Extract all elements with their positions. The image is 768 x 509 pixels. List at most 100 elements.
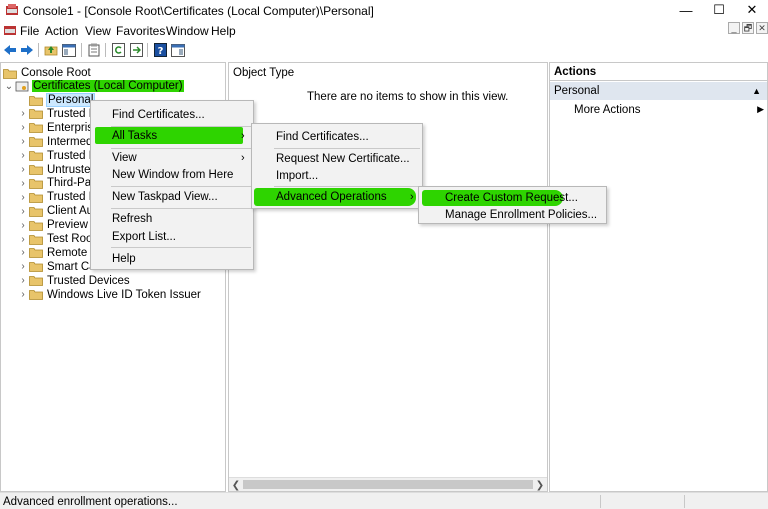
tree-item-store[interactable]: › Intermed: [17, 135, 93, 149]
expand-chevron-icon[interactable]: ›: [17, 121, 29, 135]
tree-item-label: Client Au: [47, 205, 94, 218]
expand-chevron-icon[interactable]: ›: [17, 274, 29, 288]
export-list-icon[interactable]: [128, 42, 144, 58]
show-hide-action-pane-icon[interactable]: [170, 42, 186, 58]
menu-item-import[interactable]: Import...: [252, 167, 422, 185]
tree-item-label: Console Root: [21, 67, 91, 79]
title-bar: Console1 - [Console Root\Certificates (L…: [0, 0, 768, 20]
submenu-arrow-icon[interactable]: ▶: [757, 104, 764, 115]
actions-header: Actions: [550, 63, 767, 81]
menu-action[interactable]: Action: [45, 24, 78, 38]
tree-item-console-root[interactable]: Console Root: [3, 66, 92, 80]
collapse-triangle-icon[interactable]: ▲: [752, 86, 761, 96]
expand-chevron-icon[interactable]: ›: [17, 190, 29, 204]
expand-chevron-icon[interactable]: ›: [17, 218, 29, 232]
toolbar-separator: [147, 43, 148, 57]
properties-icon[interactable]: [86, 42, 102, 58]
menu-item-view[interactable]: View ›: [91, 149, 253, 167]
actions-section-personal[interactable]: Personal ▲: [550, 82, 767, 100]
mmc-app-icon: [6, 4, 18, 15]
menu-item-request-new-certificate[interactable]: Request New Certificate...: [252, 150, 422, 168]
menu-item-new-taskpad-view[interactable]: New Taskpad View...: [91, 188, 253, 206]
expand-chevron-icon[interactable]: ›: [17, 260, 29, 274]
expand-chevron-icon[interactable]: [17, 93, 29, 107]
tree-item-store[interactable]: › Trusted P: [17, 190, 97, 204]
mdi-close-button[interactable]: ✕: [756, 22, 768, 34]
menu-item-label: Refresh: [112, 213, 153, 225]
certificates-snapin-icon: [15, 81, 29, 92]
expand-chevron-icon[interactable]: ›: [17, 288, 29, 302]
menu-view[interactable]: View: [85, 24, 111, 38]
menu-item-new-window[interactable]: New Window from Here: [91, 166, 253, 184]
console-menu-icon[interactable]: [3, 23, 17, 37]
menu-file[interactable]: File: [20, 24, 39, 38]
scrollbar-thumb[interactable]: [243, 480, 533, 489]
tree-item-store[interactable]: › Smart Ca: [17, 260, 97, 274]
toolbar-separator: [81, 43, 82, 57]
more-actions-item[interactable]: More Actions: [574, 104, 640, 116]
actions-pane: Actions Personal ▲ More Actions ▶: [549, 62, 768, 492]
tree-item-store[interactable]: › Preview E: [17, 218, 100, 232]
mdi-restore-button[interactable]: 🗗: [742, 22, 754, 34]
menu-item-create-custom-request[interactable]: Create Custom Request...: [419, 189, 606, 207]
folder-icon: [29, 247, 43, 259]
advanced-operations-submenu: Create Custom Request... Manage Enrollme…: [418, 186, 607, 224]
expand-chevron-icon[interactable]: ›: [17, 149, 29, 163]
folder-icon: [29, 95, 43, 106]
folder-icon: [29, 220, 43, 231]
menu-item-refresh[interactable]: Refresh: [91, 210, 253, 228]
menu-item-find-certificates[interactable]: Find Certificates...: [91, 106, 253, 124]
menu-item-find-certificates[interactable]: Find Certificates...: [252, 128, 422, 146]
horizontal-scrollbar[interactable]: ❮ ❯: [229, 477, 547, 491]
tree-item-store[interactable]: › Remote D: [17, 246, 100, 260]
expand-chevron-icon[interactable]: ›: [17, 163, 29, 177]
tree-item-store[interactable]: › Third-Pa: [17, 176, 92, 190]
tree-item-store[interactable]: › Trusted F: [17, 107, 97, 121]
forward-arrow-icon[interactable]: [19, 42, 35, 58]
menu-item-advanced-operations[interactable]: Advanced Operations ›: [252, 188, 422, 206]
tree-item-label: Trusted Devices: [47, 274, 130, 287]
menu-item-label: All Tasks: [112, 130, 158, 142]
tree-item-label: Third-Pa: [47, 177, 92, 190]
tree-item-store[interactable]: › Test Root: [17, 232, 97, 246]
expand-chevron-icon[interactable]: ›: [17, 246, 29, 260]
submenu-chevron-icon: ›: [241, 130, 245, 142]
expand-chevron-icon[interactable]: ›: [17, 135, 29, 149]
tree-item-store[interactable]: › Untruste: [17, 163, 91, 177]
mdi-minimize-button[interactable]: _: [728, 22, 740, 34]
menu-item-manage-enrollment-policies[interactable]: Manage Enrollment Policies...: [419, 206, 606, 224]
refresh-icon[interactable]: [110, 42, 126, 58]
scroll-left-icon[interactable]: ❮: [229, 478, 243, 492]
expand-chevron-icon[interactable]: ›: [17, 176, 29, 190]
menu-help[interactable]: Help: [211, 24, 236, 38]
tree-item-store[interactable]: › Trusted Devices: [17, 274, 131, 288]
tree-item-store[interactable]: Personal: [17, 93, 96, 107]
tree-item-label: Certificates (Local Computer): [32, 80, 184, 92]
show-hide-tree-icon[interactable]: [61, 42, 77, 58]
tree-item-store[interactable]: › Trusted P: [17, 149, 97, 163]
tree-item-store[interactable]: › Enterpris: [17, 121, 94, 135]
menu-item-all-tasks[interactable]: All Tasks ›: [91, 127, 253, 145]
tree-item-store[interactable]: › Windows Live ID Token Issuer: [17, 288, 202, 302]
menu-item-label: Export List...: [112, 231, 176, 243]
menu-window[interactable]: Window: [166, 24, 209, 38]
scroll-right-icon[interactable]: ❯: [533, 478, 547, 492]
help-icon[interactable]: ?: [152, 42, 168, 58]
menu-bar: File Action View Favorites Window Help: [0, 20, 768, 40]
tree-item-store[interactable]: › Client Au: [17, 204, 94, 218]
menu-favorites[interactable]: Favorites: [116, 24, 165, 38]
expanded-chevron-icon[interactable]: ⌄: [3, 79, 15, 93]
close-button[interactable]: ✕: [732, 0, 768, 20]
menu-item-label: View: [112, 152, 137, 164]
menu-separator: [111, 208, 251, 209]
column-header-object-type[interactable]: Object Type: [233, 67, 294, 79]
tree-item-certificates[interactable]: ⌄ Certificates (Local Computer): [3, 79, 184, 93]
expand-chevron-icon[interactable]: ›: [17, 232, 29, 246]
back-arrow-icon[interactable]: [2, 42, 18, 58]
expand-chevron-icon[interactable]: ›: [17, 204, 29, 218]
status-bar: Advanced enrollment operations...: [0, 492, 768, 509]
up-folder-icon[interactable]: [43, 42, 59, 58]
menu-item-help[interactable]: Help: [91, 250, 253, 268]
menu-item-export-list[interactable]: Export List...: [91, 228, 253, 246]
expand-chevron-icon[interactable]: ›: [17, 107, 29, 121]
